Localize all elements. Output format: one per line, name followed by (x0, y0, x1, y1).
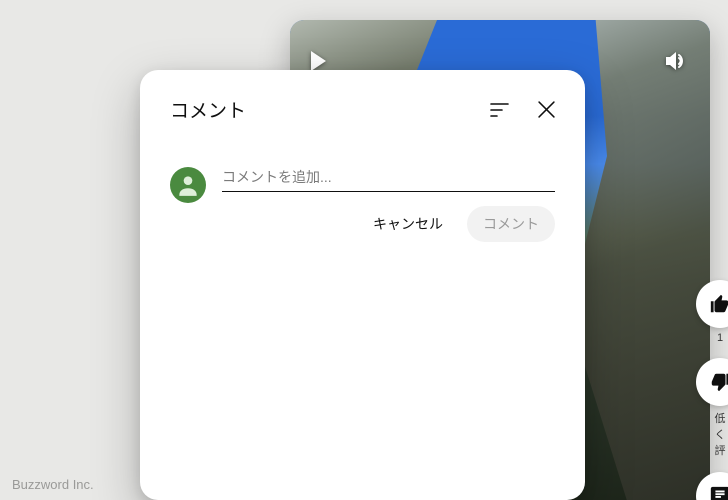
submit-comment-button[interactable]: コメント (467, 206, 555, 242)
footer-brand: Buzzword Inc. (12, 477, 94, 492)
cancel-button[interactable]: キャンセル (357, 206, 459, 242)
sort-icon[interactable] (490, 102, 510, 118)
modal-header: コメント (170, 96, 555, 123)
avatar (170, 167, 206, 203)
comment-input[interactable] (222, 167, 555, 192)
modal-title: コメント (170, 96, 246, 123)
comment-compose-row: キャンセル コメント (170, 167, 555, 242)
like-button[interactable] (696, 280, 728, 328)
comments-modal: コメント キャンセル コ (140, 70, 585, 500)
comments-button[interactable] (696, 472, 728, 500)
close-icon[interactable] (538, 101, 555, 118)
dislike-button[interactable] (696, 358, 728, 406)
dislike-label: 低く評 (712, 410, 728, 458)
volume-icon[interactable] (664, 50, 688, 77)
like-count: 1 (717, 332, 723, 344)
video-actions-rail: 1 低く評 (696, 280, 728, 500)
